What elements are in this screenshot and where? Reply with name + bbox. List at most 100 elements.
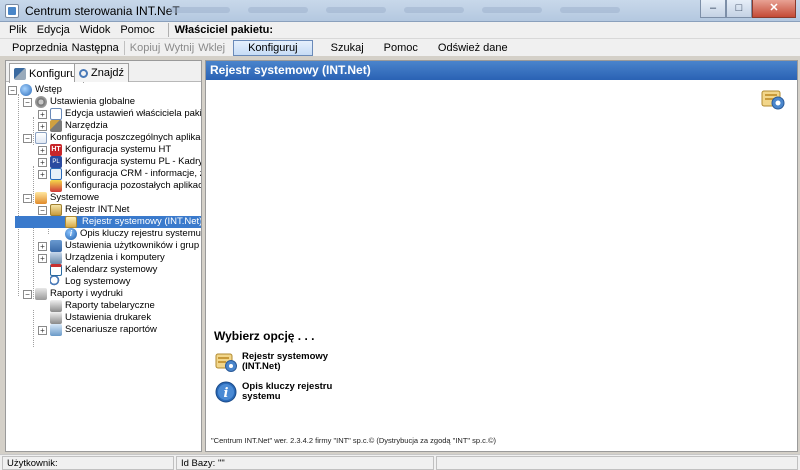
tree-item-tools[interactable]: + Narzędzia: [38, 120, 108, 132]
tree-item-users[interactable]: + Ustawienia użytkowników i grup: [38, 240, 199, 252]
content-header: Rejestr systemowy (INT.Net): [206, 61, 797, 80]
menu-widok[interactable]: Widok: [75, 24, 116, 36]
status-bar: Użytkownik: Id Bazy: "": [0, 454, 800, 470]
cut-button[interactable]: Wytnij: [162, 42, 196, 54]
next-button[interactable]: Następna: [70, 42, 121, 54]
wrench-icon: [14, 67, 26, 80]
owner-label: Właściciel pakietu:: [174, 24, 274, 36]
pl-icon: PL: [50, 156, 62, 168]
crm-icon: [50, 168, 62, 180]
tree-item-devices[interactable]: + Urządzenia i komputery: [38, 252, 165, 264]
choose-option-heading: Wybierz opcję . . .: [214, 329, 315, 343]
registry-system-icon: [65, 216, 77, 228]
tab-configure-label: Konfiguruj: [29, 67, 79, 80]
menu-bar: Plik Edycja Widok Pomoc Właściciel pakie…: [0, 22, 800, 39]
expand-toggle[interactable]: +: [38, 157, 47, 167]
tree-item-apps-config[interactable]: − Konfiguracja poszczególnych aplikacji: [23, 132, 201, 144]
expand-toggle[interactable]: +: [38, 241, 47, 251]
tree-item-root[interactable]: − Wstęp: [8, 84, 62, 96]
tree-item-owner-edit[interactable]: + Edycja ustawień właściciela pakietu: [38, 108, 201, 120]
collapse-toggle[interactable]: −: [38, 205, 47, 215]
toolbar: Poprzednia Następna Kopiuj Wytnij Wklej …: [0, 39, 800, 56]
menu-plik[interactable]: Plik: [4, 24, 32, 36]
scenarios-icon: [50, 324, 62, 336]
menu-pomoc[interactable]: Pomoc: [115, 24, 159, 36]
refresh-button[interactable]: Odśwież dane: [436, 42, 510, 54]
tab-find[interactable]: Znajdź: [74, 63, 130, 82]
tree-item-system[interactable]: − Systemowe: [23, 192, 99, 204]
option-registry-keys[interactable]: i Opis kluczy rejestru systemu: [215, 381, 352, 403]
option-registry-system[interactable]: Rejestr systemowy (INT.Net): [215, 351, 352, 373]
configure-button[interactable]: Konfiguruj: [233, 39, 313, 56]
application-config-icon: [35, 132, 47, 144]
collapse-toggle[interactable]: −: [23, 289, 32, 299]
registry-icon: [50, 204, 62, 216]
settings-icon: [35, 96, 47, 108]
tree-item-log[interactable]: Log systemowy: [50, 276, 130, 288]
tree-item-registry-system[interactable]: Rejestr systemowy (INT.Net): [15, 216, 201, 228]
tree-item-registry[interactable]: − Rejestr INT.Net: [38, 204, 129, 216]
expand-toggle[interactable]: +: [38, 145, 47, 155]
expand-toggle[interactable]: +: [38, 325, 47, 335]
info-icon: i: [215, 381, 237, 403]
collapse-toggle[interactable]: −: [23, 97, 32, 107]
calendar-icon: [50, 264, 62, 276]
tree-item-others[interactable]: Konfiguracja pozostałych aplikacji: [50, 180, 201, 192]
prev-button[interactable]: Poprzednia: [10, 42, 70, 54]
tab-find-label: Znajdź: [91, 67, 125, 79]
toolbar-separator: [123, 40, 125, 55]
collapse-toggle[interactable]: −: [23, 133, 32, 143]
menu-edycja[interactable]: Edycja: [32, 24, 75, 36]
collapse-toggle[interactable]: −: [8, 85, 17, 95]
window-controls: – □ ✕: [700, 0, 796, 18]
menu-separator: [167, 23, 169, 37]
option-registry-system-label: Rejestr systemowy (INT.Net): [242, 351, 329, 372]
magnifier-icon: [50, 276, 62, 288]
status-empty: [436, 456, 798, 470]
expand-toggle[interactable]: +: [38, 169, 47, 179]
search-button[interactable]: Szukaj: [329, 42, 366, 54]
minimize-button[interactable]: –: [700, 0, 726, 18]
tree-item-scenarios[interactable]: + Scenariusze raportów: [38, 324, 157, 336]
tree-item-global[interactable]: − Ustawienia globalne: [23, 96, 135, 108]
users-icon: [50, 240, 62, 252]
expand-toggle[interactable]: +: [38, 253, 47, 263]
expand-toggle[interactable]: +: [38, 121, 47, 131]
reports-icon: [35, 288, 47, 300]
tree-item-registry-keys[interactable]: i Opis kluczy rejestru systemu: [65, 228, 201, 240]
computer-icon: [50, 252, 62, 264]
version-note: "Centrum INT.Net" wer. 2.3.4.2 firmy "IN…: [211, 436, 497, 445]
help-button[interactable]: Pomoc: [382, 42, 420, 54]
navigation-tree: − Wstęp − Ustawienia globalne + Edycja u…: [6, 82, 201, 450]
tree-item-reports[interactable]: − Raporty i wydruki: [23, 288, 123, 300]
printer-icon: [50, 300, 62, 312]
system-icon: [35, 192, 47, 204]
tree-item-crm[interactable]: + Konfiguracja CRM - informacje, zdarze: [38, 168, 201, 180]
tools-icon: [50, 120, 62, 132]
other-apps-icon: [50, 180, 62, 192]
document-edit-icon: [50, 108, 62, 120]
ht-icon: HT: [50, 144, 62, 156]
content-panel: Rejestr systemowy (INT.Net) Wybierz opcj…: [205, 60, 798, 452]
tab-configure[interactable]: Konfiguruj: [9, 63, 84, 83]
collapse-toggle[interactable]: −: [23, 193, 32, 203]
tree-item-calendar[interactable]: Kalendarz systemowy: [50, 264, 157, 276]
copy-button[interactable]: Kopiuj: [128, 42, 163, 54]
tree-item-printers[interactable]: Ustawienia drukarek: [50, 312, 151, 324]
magnifier-icon: [79, 68, 88, 78]
window-title: Centrum sterowania INT.NeT: [25, 4, 180, 18]
registry-option-icon: [215, 353, 237, 372]
svg-text:i: i: [224, 386, 229, 401]
maximize-button[interactable]: □: [726, 0, 752, 18]
info-icon: i: [65, 228, 77, 240]
option-registry-keys-label: Opis kluczy rejestru systemu: [242, 381, 333, 402]
expand-toggle[interactable]: +: [38, 109, 47, 119]
title-bar: Centrum sterowania INT.NeT – □ ✕: [0, 0, 800, 22]
tree-item-tabular[interactable]: Raporty tabelaryczne: [50, 300, 155, 312]
tree-item-pl[interactable]: + PL Konfiguracja systemu PL - Kadry i p…: [38, 156, 201, 168]
close-button[interactable]: ✕: [752, 0, 796, 18]
paste-button[interactable]: Wklej: [196, 42, 227, 54]
tree-item-ht[interactable]: + HT Konfiguracja systemu HT: [38, 144, 171, 156]
globe-icon: [20, 84, 32, 96]
navigation-panel: Konfiguruj Znajdź − Wstęp − Ustawienia g…: [5, 60, 202, 452]
